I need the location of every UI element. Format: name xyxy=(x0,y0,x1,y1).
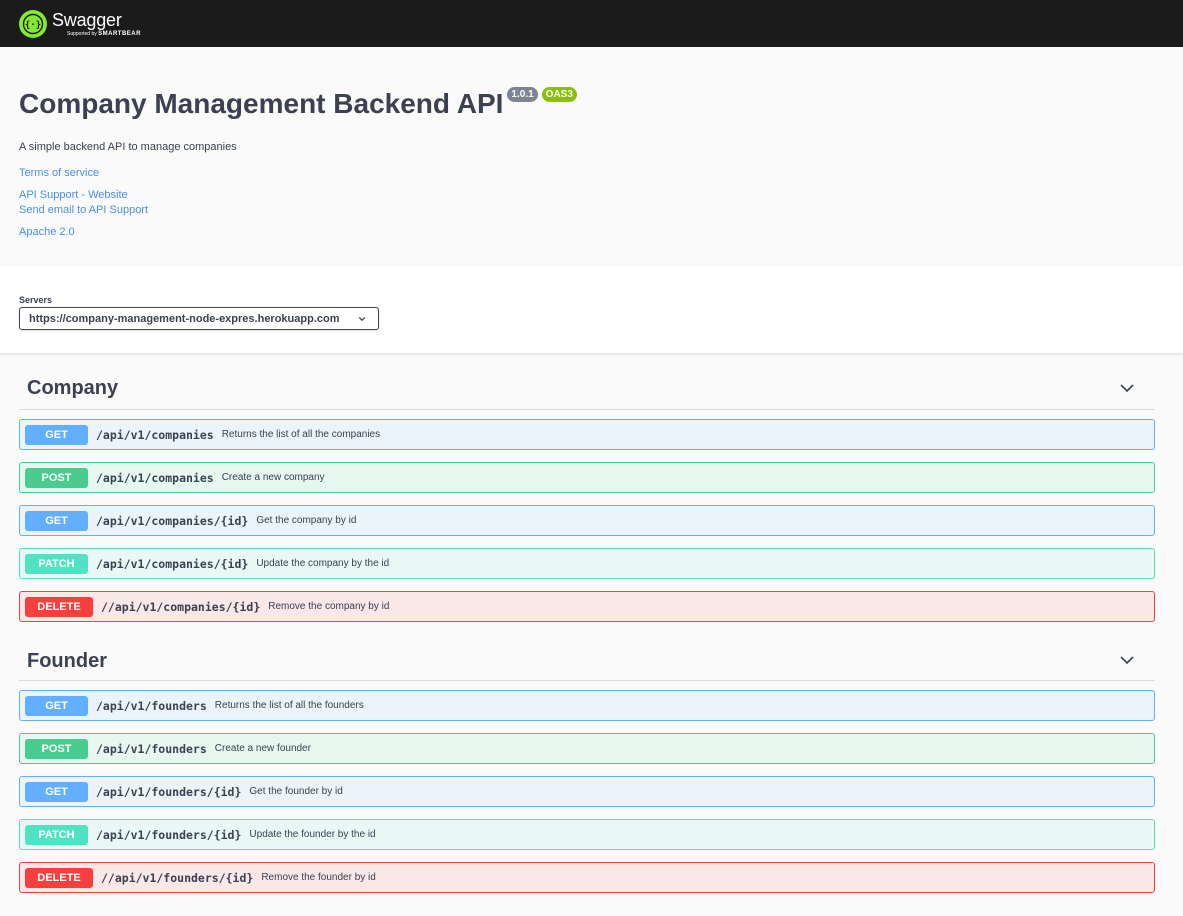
server-select[interactable]: https://company-management-node-expres.h… xyxy=(19,307,379,330)
method-badge: PATCH xyxy=(25,553,88,574)
tag-title: Company xyxy=(27,377,119,399)
method-badge: DELETE xyxy=(25,596,93,617)
operation-path: /api/v1/founders xyxy=(96,698,207,713)
method-badge: DELETE xyxy=(25,867,93,888)
server-select-value: https://company-management-node-expres.h… xyxy=(29,312,340,325)
operation-path: /api/v1/companies/{id} xyxy=(96,556,249,571)
operation-get-company-by-id[interactable]: GET /api/v1/companies/{id} Get the compa… xyxy=(19,505,1155,536)
servers-label: Servers xyxy=(19,295,53,305)
svg-text:{·}: {·} xyxy=(25,20,41,30)
operation-summary: Returns the list of all the companies xyxy=(221,429,381,440)
swagger-logo-icon: {·} xyxy=(19,9,47,38)
operation-delete-company[interactable]: DELETE //api/v1/companies/{id} Remove th… xyxy=(19,591,1155,622)
tag-company[interactable]: Company xyxy=(19,354,1155,410)
operation-path: /api/v1/companies/{id} xyxy=(96,513,249,528)
operation-path: /api/v1/founders xyxy=(96,741,207,756)
topbar: {·} Swagger Supported by SMARTBEAR xyxy=(0,0,1183,47)
operation-summary: Returns the list of all the founders xyxy=(214,700,364,711)
method-badge: GET xyxy=(25,781,88,802)
chevron-down-icon[interactable] xyxy=(1119,380,1135,396)
api-support-website-link[interactable]: API Support - Website xyxy=(19,189,1164,201)
method-badge: GET xyxy=(25,510,88,531)
method-badge: PATCH xyxy=(25,824,88,845)
logo-subtitle: Supported by SMARTBEAR xyxy=(67,30,141,37)
logo-name: Swagger xyxy=(52,9,122,30)
operation-delete-founder[interactable]: DELETE //api/v1/founders/{id} Remove the… xyxy=(19,862,1155,893)
method-badge: GET xyxy=(25,424,88,445)
operation-path: //api/v1/founders/{id} xyxy=(101,870,254,885)
operation-summary: Remove the company by id xyxy=(268,601,390,612)
company-operations: GET /api/v1/companies Returns the list o… xyxy=(19,410,1155,622)
operation-get-companies[interactable]: GET /api/v1/companies Returns the list o… xyxy=(19,419,1155,450)
operation-summary: Create a new founder xyxy=(214,743,311,754)
operation-summary: Update the founder by the id xyxy=(249,829,376,840)
operation-path: /api/v1/founders/{id} xyxy=(96,827,242,842)
operation-post-founders[interactable]: POST /api/v1/founders Create a new found… xyxy=(19,733,1155,764)
operation-summary: Get the company by id xyxy=(256,515,357,526)
operation-patch-company[interactable]: PATCH /api/v1/companies/{id} Update the … xyxy=(19,548,1155,579)
operation-path: //api/v1/companies/{id} xyxy=(101,599,261,614)
api-title: Company Management Backend API xyxy=(19,88,504,119)
operation-path: /api/v1/companies xyxy=(96,470,214,485)
servers-section: Servers https://company-management-node-… xyxy=(0,267,1183,354)
version-badge: 1.0.1 xyxy=(507,87,538,102)
oas-badge: OAS3 xyxy=(541,87,577,102)
terms-of-service-link[interactable]: Terms of service xyxy=(19,167,1164,179)
license-link[interactable]: Apache 2.0 xyxy=(19,226,1164,238)
tag-founder[interactable]: Founder xyxy=(19,628,1155,681)
api-description: A simple backend API to manage companies xyxy=(19,141,237,153)
operation-summary: Update the company by the id xyxy=(256,558,390,569)
operation-get-founder-by-id[interactable]: GET /api/v1/founders/{id} Get the founde… xyxy=(19,776,1155,807)
operation-summary: Get the founder by id xyxy=(249,786,343,797)
operation-path: /api/v1/founders/{id} xyxy=(96,784,242,799)
swagger-logo[interactable]: {·} Swagger Supported by SMARTBEAR xyxy=(19,9,141,38)
operation-post-companies[interactable]: POST /api/v1/companies Create a new comp… xyxy=(19,462,1155,493)
operation-summary: Remove the founder by id xyxy=(261,872,376,883)
tag-title: Founder xyxy=(27,649,107,672)
chevron-down-icon xyxy=(358,316,366,321)
chevron-down-icon[interactable] xyxy=(1119,652,1135,668)
operation-summary: Create a new company xyxy=(221,472,325,483)
operation-patch-founder[interactable]: PATCH /api/v1/founders/{id} Update the f… xyxy=(19,819,1155,850)
api-support-email-link[interactable]: Send email to API Support xyxy=(19,204,1164,216)
operation-path: /api/v1/companies xyxy=(96,427,214,442)
operations-main: Company GET /api/v1/companies Returns th… xyxy=(0,354,1183,893)
method-badge: GET xyxy=(25,695,88,716)
info-section: Company Management Backend API 1.0.1 OAS… xyxy=(0,47,1183,267)
method-badge: POST xyxy=(25,467,88,488)
operation-get-founders[interactable]: GET /api/v1/founders Returns the list of… xyxy=(19,690,1155,721)
method-badge: POST xyxy=(25,738,88,759)
founder-operations: GET /api/v1/founders Returns the list of… xyxy=(19,681,1155,893)
